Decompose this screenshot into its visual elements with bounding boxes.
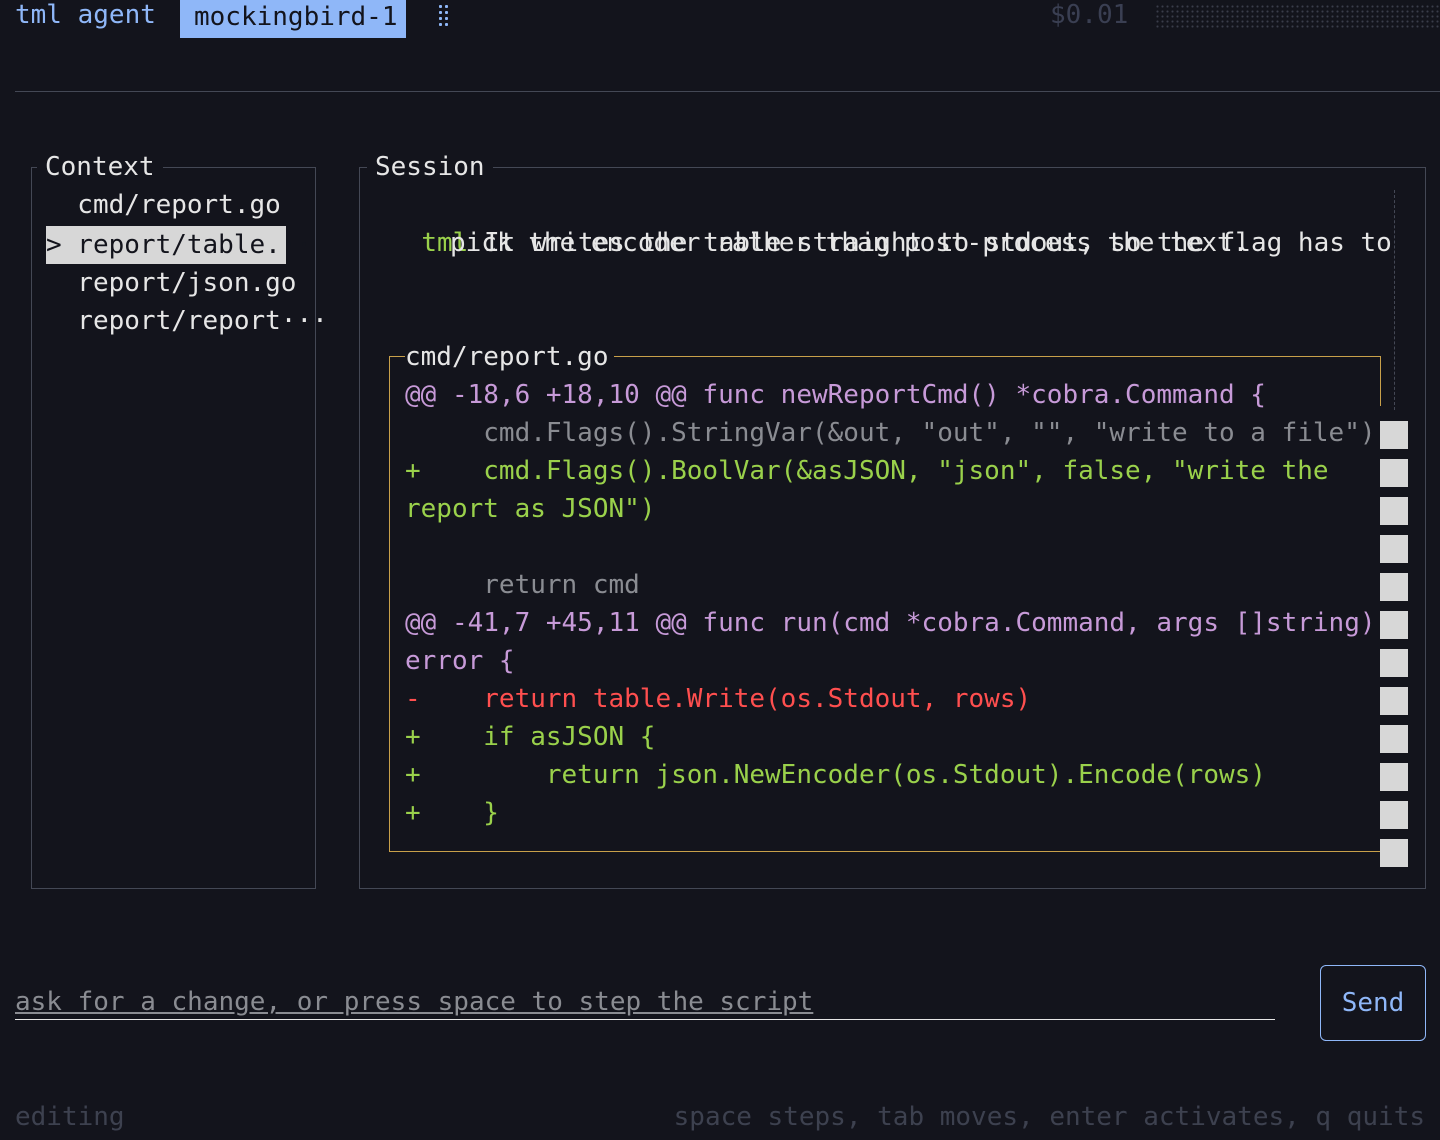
diff-line: error { bbox=[405, 646, 515, 676]
activity-indicator bbox=[1155, 4, 1440, 28]
diff-line: report as JSON") bbox=[405, 494, 656, 524]
diff-line: @@ -18,6 +18,10 @@ func newReportCmd() *… bbox=[405, 380, 1266, 410]
diff-line: - return table.Write(os.Stdout, rows) bbox=[405, 684, 1032, 714]
tab-mockingbird-1[interactable]: mockingbird-1 bbox=[180, 0, 406, 38]
drag-handle-icon[interactable] bbox=[436, 2, 452, 30]
status-hints: space steps, tab moves, enter activates,… bbox=[673, 1102, 1425, 1132]
diff-line: + return json.NewEncoder(os.Stdout).Enco… bbox=[405, 760, 1266, 790]
send-button[interactable]: Send bbox=[1320, 965, 1426, 1041]
app-brand: tml agent bbox=[15, 0, 156, 30]
diff-file-title: cmd/report.go bbox=[405, 342, 609, 372]
message-line: pick the encoder rather than post-proces… bbox=[450, 228, 1249, 258]
header-divider bbox=[15, 91, 1440, 92]
diff-line: + } bbox=[405, 798, 499, 828]
cost-display: $0.01 bbox=[1050, 0, 1129, 30]
session-panel-title: Session bbox=[367, 152, 493, 182]
diff-line: return cmd bbox=[405, 570, 640, 600]
diff-line: cmd.Flags().StringVar(&out, "out", "", "… bbox=[405, 418, 1376, 448]
context-panel-title: Context bbox=[37, 152, 163, 182]
diff-line: + cmd.Flags().BoolVar(&asJSON, "json", f… bbox=[405, 456, 1329, 486]
context-item-json-go[interactable]: report/json.go bbox=[46, 264, 316, 302]
context-item-report-go[interactable]: cmd/report.go bbox=[46, 186, 316, 224]
status-mode: editing bbox=[15, 1102, 125, 1132]
chat-input[interactable] bbox=[15, 985, 1275, 1020]
context-item-table-go[interactable]: > report/table.·· bbox=[46, 226, 312, 264]
diff-line: @@ -41,7 +45,11 @@ func run(cmd *cobra.C… bbox=[405, 608, 1376, 638]
context-item-report-go-2[interactable]: report/report··· bbox=[46, 302, 327, 340]
diff-line: + if asJSON { bbox=[405, 722, 656, 752]
